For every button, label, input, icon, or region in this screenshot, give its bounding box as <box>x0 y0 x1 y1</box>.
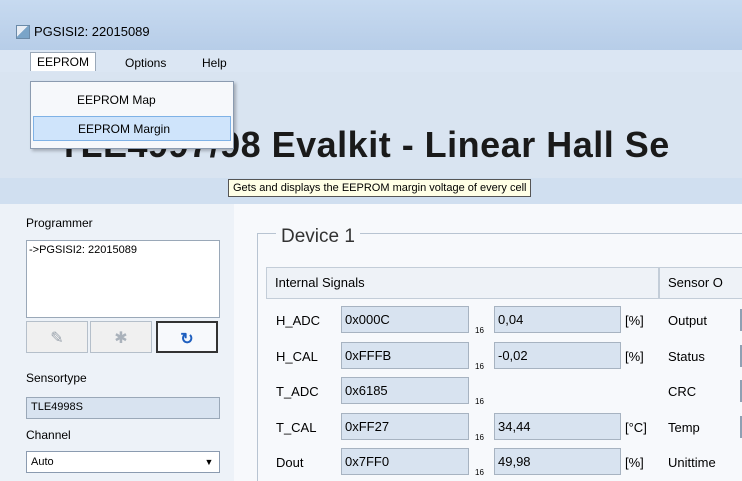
hex-field: 0x7FF0 <box>341 448 469 475</box>
hex-field: 0x000C <box>341 306 469 333</box>
device-title: Device 1 <box>276 226 360 248</box>
refresh-button[interactable]: ↻ <box>156 321 218 353</box>
programmer-list-item[interactable]: ->PGSISI2: 22015089 <box>29 244 137 256</box>
base-subscript: 16 <box>475 397 484 406</box>
unit-label: [%] <box>625 313 644 328</box>
menu-item-eeprom-map[interactable]: EEPROM Map <box>33 88 231 113</box>
edit-button[interactable]: ✎ <box>26 321 88 353</box>
menu-eeprom[interactable]: EEPROM <box>30 52 97 71</box>
unit-label: [%] <box>625 455 644 470</box>
programmer-list[interactable]: ->PGSISI2: 22015089 <box>26 240 220 318</box>
menu-options[interactable]: Options <box>121 56 170 70</box>
chevron-down-icon[interactable]: ▼ <box>201 454 217 470</box>
signal-label: H_CAL <box>276 349 318 364</box>
unit-label: [%] <box>625 349 644 364</box>
base-subscript: 16 <box>475 468 484 477</box>
pin-button[interactable]: ✱ <box>90 321 152 353</box>
channel-label: Channel <box>26 428 71 442</box>
eeprom-dropdown-menu: EEPROM Map EEPROM Margin <box>30 81 234 149</box>
sensor-output-header: Sensor O <box>659 267 742 299</box>
menu-bar: EEPROM Options Help <box>0 50 742 72</box>
pencil-icon: ✎ <box>50 330 64 347</box>
internal-signals-header: Internal Signals <box>266 267 659 299</box>
sensor-output-label: Output <box>668 313 708 328</box>
title-bar: PGSISI2: 22015089 <box>0 0 742 50</box>
sensor-output-label: CRC <box>668 384 697 399</box>
menu-item-eeprom-margin[interactable]: EEPROM Margin <box>33 116 231 141</box>
sensortype-field: TLE4998S <box>26 397 220 419</box>
signal-label: T_ADC <box>276 384 319 399</box>
sensor-output-label: Unittime <box>668 455 716 470</box>
hex-field: 0xFFFB <box>341 342 469 369</box>
signal-label: T_CAL <box>276 420 317 435</box>
pin-icon: ✱ <box>114 330 128 347</box>
hex-field: 0xFF27 <box>341 413 469 440</box>
app-icon <box>16 25 30 39</box>
base-subscript: 16 <box>475 433 484 442</box>
base-subscript: 16 <box>475 362 484 371</box>
signal-label: Dout <box>276 455 304 470</box>
programmer-label: Programmer <box>26 216 93 230</box>
base-subscript: 16 <box>475 326 484 335</box>
tooltip: Gets and displays the EEPROM margin volt… <box>228 179 532 197</box>
unit-label: [°C] <box>625 420 647 435</box>
sensortype-label: Sensortype <box>26 371 87 385</box>
value-field: 49,98 <box>494 448 621 475</box>
channel-select[interactable]: Auto ▼ <box>26 451 220 473</box>
value-field: -0,02 <box>494 342 621 369</box>
sensor-output-label: Status <box>668 349 705 364</box>
value-field: 34,44 <box>494 413 621 440</box>
menu-help[interactable]: Help <box>198 56 231 70</box>
hex-field: 0x6185 <box>341 377 469 404</box>
value-field: 0,04 <box>494 306 621 333</box>
refresh-icon: ↻ <box>180 331 194 348</box>
window-title: PGSISI2: 22015089 <box>34 24 150 39</box>
sensor-output-label: Temp <box>668 420 700 435</box>
channel-select-value: Auto <box>31 456 54 468</box>
signal-label: H_ADC <box>276 313 321 328</box>
